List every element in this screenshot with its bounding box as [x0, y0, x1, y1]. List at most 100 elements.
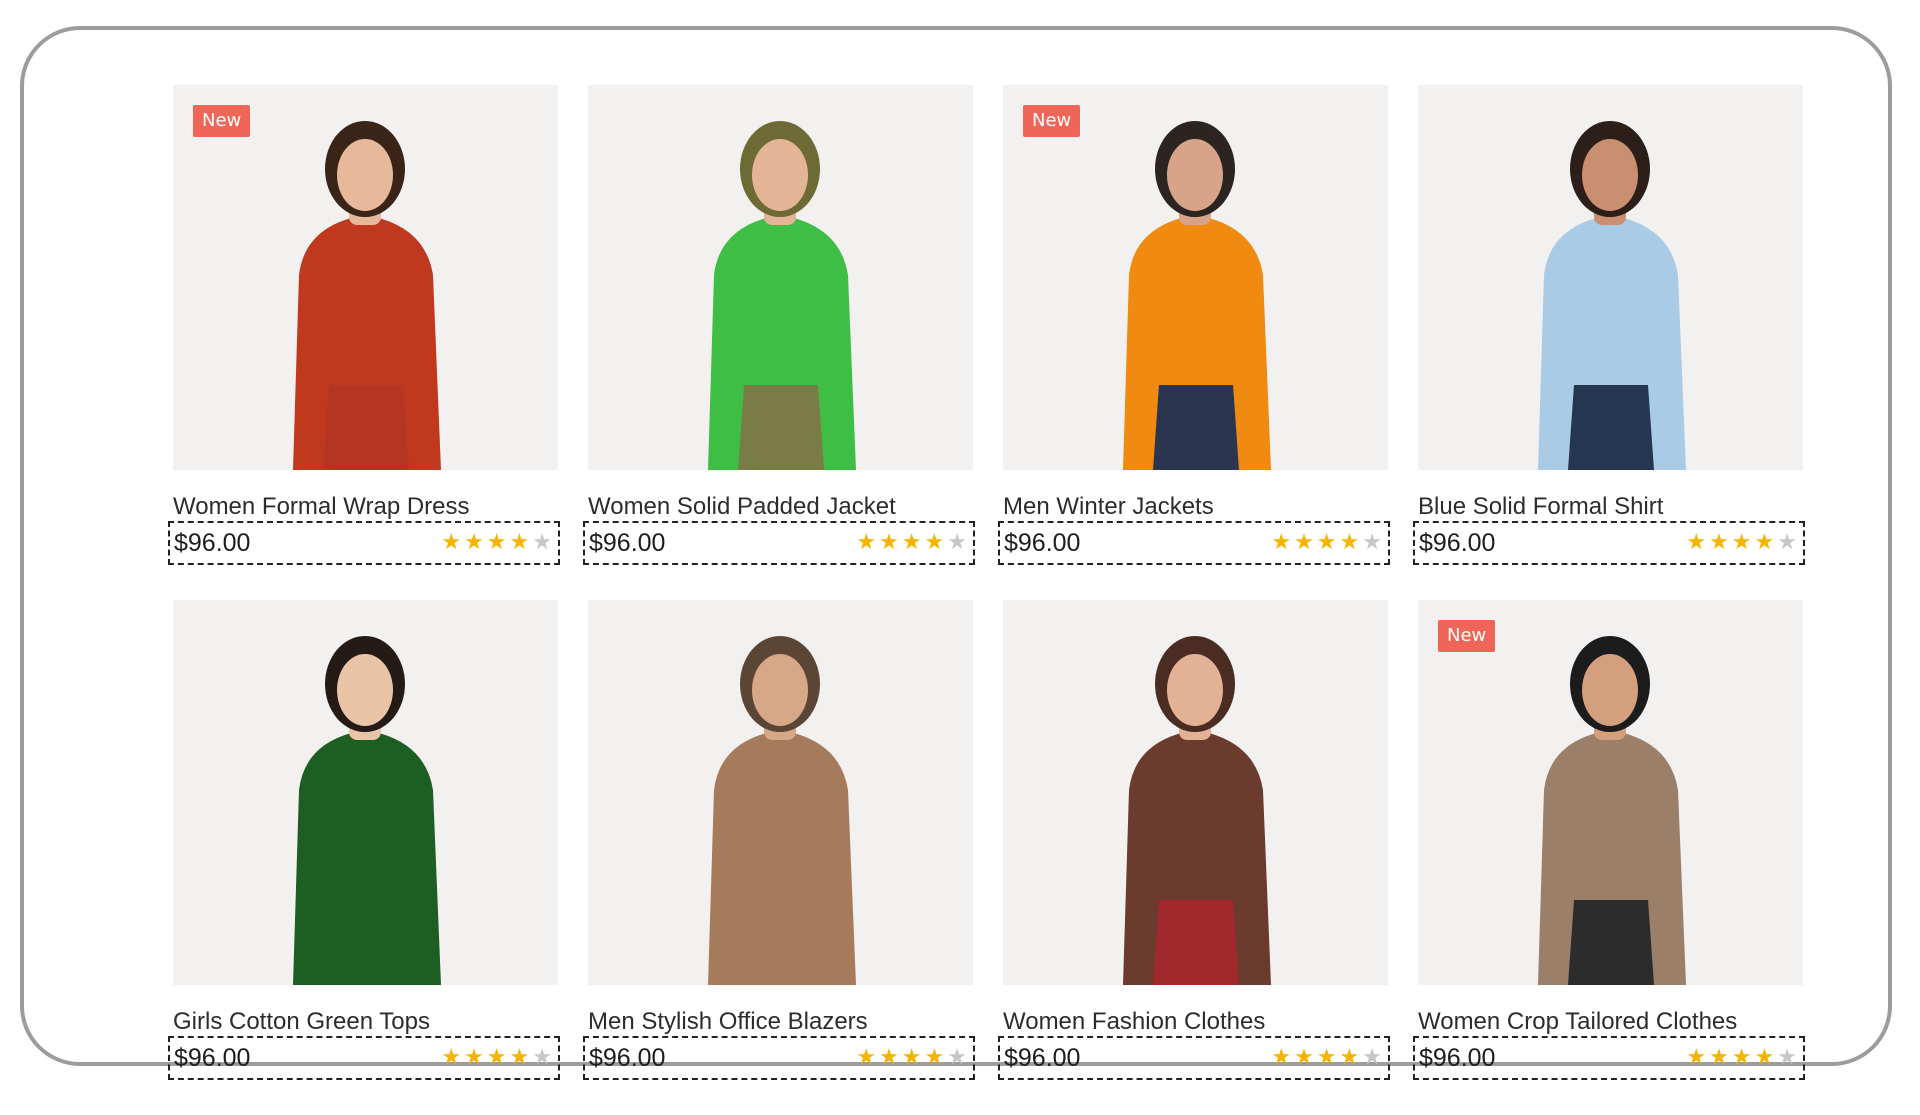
- product-image[interactable]: [1418, 85, 1803, 470]
- product-image[interactable]: [588, 600, 973, 985]
- face-shape: [1582, 654, 1638, 726]
- star-rating: ★ ★ ★ ★ ★: [1271, 532, 1382, 554]
- star-rating: ★ ★ ★ ★ ★: [441, 532, 552, 554]
- star-rating: ★ ★ ★ ★ ★: [856, 1047, 967, 1069]
- product-grid: New Women Formal Wrap Dress $96.00 ★ ★ ★ ★ ★…: [168, 85, 1805, 1115]
- product-title[interactable]: Women Formal Wrap Dress: [173, 493, 470, 521]
- price-rating-row: $96.00 ★ ★ ★ ★ ★: [1413, 1036, 1805, 1080]
- product-image[interactable]: [588, 85, 973, 470]
- model-photo: [1123, 636, 1271, 985]
- product-price: $96.00: [174, 1043, 251, 1072]
- face-shape: [1167, 654, 1223, 726]
- product-card[interactable]: New Women Formal Wrap Dress $96.00 ★ ★ ★ ★ ★: [168, 85, 560, 600]
- face-shape: [337, 654, 393, 726]
- star-filled-icon: ★: [509, 530, 530, 555]
- star-empty-icon: ★: [1362, 1045, 1382, 1070]
- star-filled-icon: ★: [464, 530, 484, 555]
- face-shape: [1582, 139, 1638, 211]
- price-rating-row: $96.00 ★ ★ ★ ★ ★: [998, 521, 1390, 565]
- star-filled-icon: ★: [509, 1045, 530, 1070]
- product-title[interactable]: Girls Cotton Green Tops: [173, 1008, 430, 1036]
- star-filled-icon: ★: [879, 1045, 899, 1070]
- product-title[interactable]: Men Stylish Office Blazers: [588, 1008, 868, 1036]
- product-title[interactable]: Women Fashion Clothes: [1003, 1008, 1265, 1036]
- price-rating-row: $96.00 ★ ★ ★ ★ ★: [168, 521, 560, 565]
- star-empty-icon: ★: [947, 530, 967, 555]
- star-filled-icon: ★: [1339, 530, 1360, 555]
- product-price: $96.00: [1004, 1043, 1081, 1072]
- star-filled-icon: ★: [879, 530, 899, 555]
- product-card[interactable]: New Men Winter Jackets $96.00 ★ ★ ★ ★ ★: [998, 85, 1390, 600]
- product-title[interactable]: Men Winter Jackets: [1003, 493, 1214, 521]
- star-rating: ★ ★ ★ ★ ★: [441, 1047, 552, 1069]
- star-filled-icon: ★: [1294, 1045, 1314, 1070]
- price-rating-row: $96.00 ★ ★ ★ ★ ★: [583, 521, 975, 565]
- lower-body-shape: [738, 900, 824, 985]
- product-title[interactable]: Blue Solid Formal Shirt: [1418, 493, 1663, 521]
- face-shape: [337, 139, 393, 211]
- price-rating-row: $96.00 ★ ★ ★ ★ ★: [168, 1036, 560, 1080]
- product-card[interactable]: New Women Crop Tailored Clothes $96.00 ★…: [1413, 600, 1805, 1115]
- price-rating-row: $96.00 ★ ★ ★ ★ ★: [583, 1036, 975, 1080]
- product-image[interactable]: New: [173, 85, 558, 470]
- product-card[interactable]: Women Fashion Clothes $96.00 ★ ★ ★ ★ ★: [998, 600, 1390, 1115]
- product-grid-panel: New Women Formal Wrap Dress $96.00 ★ ★ ★ ★ ★…: [20, 26, 1892, 1080]
- product-price: $96.00: [1419, 528, 1496, 557]
- product-title[interactable]: Women Solid Padded Jacket: [588, 493, 896, 521]
- star-filled-icon: ★: [1316, 1045, 1337, 1070]
- product-price: $96.00: [589, 1043, 666, 1072]
- star-filled-icon: ★: [1731, 530, 1752, 555]
- star-filled-icon: ★: [1271, 530, 1292, 555]
- star-filled-icon: ★: [441, 1045, 462, 1070]
- product-image[interactable]: [173, 600, 558, 985]
- product-title[interactable]: Women Crop Tailored Clothes: [1418, 1008, 1737, 1036]
- lower-body-shape: [738, 385, 824, 470]
- star-filled-icon: ★: [464, 1045, 484, 1070]
- star-filled-icon: ★: [486, 530, 507, 555]
- product-price: $96.00: [589, 528, 666, 557]
- star-filled-icon: ★: [1754, 1045, 1775, 1070]
- star-filled-icon: ★: [486, 1045, 507, 1070]
- product-card[interactable]: Men Stylish Office Blazers $96.00 ★ ★ ★ ★ ★: [583, 600, 975, 1115]
- model-photo: [1123, 121, 1271, 470]
- lower-body-shape: [1568, 900, 1654, 985]
- star-empty-icon: ★: [1777, 1045, 1797, 1070]
- star-filled-icon: ★: [441, 530, 462, 555]
- model-photo: [1538, 636, 1686, 985]
- price-rating-row: $96.00 ★ ★ ★ ★ ★: [1413, 521, 1805, 565]
- face-shape: [752, 139, 808, 211]
- product-price: $96.00: [174, 528, 251, 557]
- star-filled-icon: ★: [856, 530, 877, 555]
- star-empty-icon: ★: [532, 530, 552, 555]
- model-photo: [293, 636, 441, 985]
- star-filled-icon: ★: [856, 1045, 877, 1070]
- lower-body-shape: [1568, 385, 1654, 470]
- star-filled-icon: ★: [901, 530, 922, 555]
- product-image[interactable]: [1003, 600, 1388, 985]
- model-photo: [708, 121, 856, 470]
- star-rating: ★ ★ ★ ★ ★: [1271, 1047, 1382, 1069]
- new-badge: New: [1438, 620, 1496, 652]
- product-card[interactable]: Women Solid Padded Jacket $96.00 ★ ★ ★ ★ ★: [583, 85, 975, 600]
- new-badge: New: [1023, 105, 1081, 137]
- star-filled-icon: ★: [1271, 1045, 1292, 1070]
- star-empty-icon: ★: [532, 1045, 552, 1070]
- lower-body-shape: [1153, 385, 1239, 470]
- product-image[interactable]: New: [1418, 600, 1803, 985]
- star-empty-icon: ★: [1777, 530, 1797, 555]
- star-filled-icon: ★: [924, 1045, 945, 1070]
- lower-body-shape: [323, 385, 409, 470]
- product-card[interactable]: Blue Solid Formal Shirt $96.00 ★ ★ ★ ★ ★: [1413, 85, 1805, 600]
- star-filled-icon: ★: [1686, 1045, 1707, 1070]
- star-filled-icon: ★: [901, 1045, 922, 1070]
- face-shape: [752, 654, 808, 726]
- star-rating: ★ ★ ★ ★ ★: [856, 532, 967, 554]
- product-image[interactable]: New: [1003, 85, 1388, 470]
- model-photo: [293, 121, 441, 470]
- lower-body-shape: [1153, 900, 1239, 985]
- star-filled-icon: ★: [1731, 1045, 1752, 1070]
- face-shape: [1167, 139, 1223, 211]
- product-card[interactable]: Girls Cotton Green Tops $96.00 ★ ★ ★ ★ ★: [168, 600, 560, 1115]
- product-price: $96.00: [1004, 528, 1081, 557]
- star-filled-icon: ★: [1709, 1045, 1729, 1070]
